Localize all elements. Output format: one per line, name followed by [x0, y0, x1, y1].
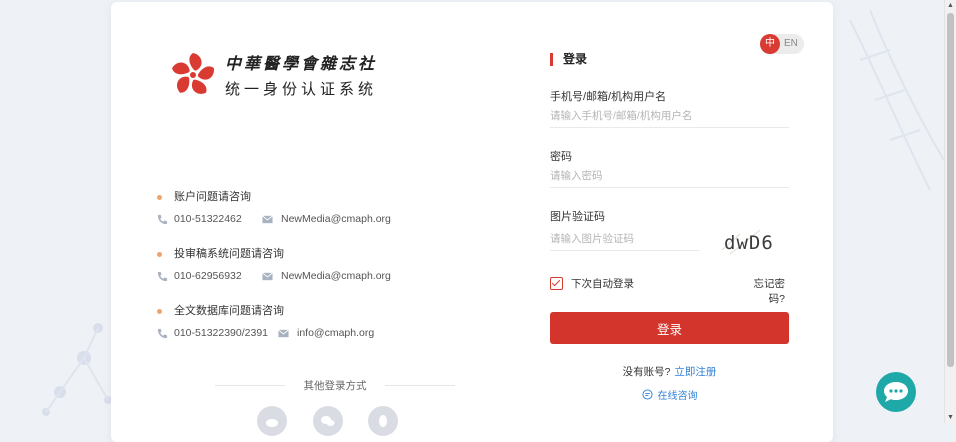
flower-logo-icon — [172, 52, 214, 94]
contact-group-account: 账户问题请咨询 010-51322462 NewMedia@cmaph.org — [157, 190, 417, 226]
phone-icon — [157, 214, 168, 224]
register-prompt: 没有账号? — [622, 366, 671, 378]
chat-icon — [884, 382, 908, 402]
phone-icon — [157, 328, 168, 338]
contact-title: 全文数据库问题请咨询 — [174, 305, 284, 317]
register-row: 没有账号? 立即注册 — [550, 364, 789, 379]
phone-icon — [157, 271, 168, 281]
login-card: 中華醫學會雜志社 统一身份认证系统 账户问题请咨询 010-51322462 N… — [111, 2, 833, 442]
page-scrollbar[interactable]: ▲ ▼ — [944, 0, 956, 423]
contact-phone: 010-51322462 — [174, 213, 242, 225]
contact-email[interactable]: NewMedia@cmaph.org — [281, 213, 391, 225]
language-toggle[interactable]: 中 EN — [760, 34, 804, 54]
contact-title: 账户问题请咨询 — [174, 191, 251, 203]
online-consult-label: 在线咨询 — [657, 391, 698, 402]
scroll-thumb[interactable] — [947, 13, 954, 367]
contact-phone: 010-62956932 — [174, 270, 242, 282]
mail-icon — [262, 271, 273, 280]
mail-icon — [278, 328, 289, 337]
contact-email[interactable]: info@cmaph.org — [297, 327, 374, 339]
remember-me[interactable]: 下次自动登录 — [550, 276, 634, 291]
username-input[interactable] — [550, 105, 789, 128]
captcha-image[interactable]: dwD6 — [720, 228, 790, 256]
logo-subtitle: 统一身份认证系统 — [225, 81, 378, 98]
contact-phone: 010-51322390/2391 — [174, 327, 269, 339]
qq-icon[interactable] — [368, 406, 398, 436]
captcha-text: dwD6 — [724, 232, 774, 254]
bullet-icon — [157, 252, 162, 257]
password-input[interactable] — [550, 165, 789, 188]
register-link[interactable]: 立即注册 — [674, 366, 716, 378]
contact-email[interactable]: NewMedia@cmaph.org — [281, 270, 391, 282]
mail-icon — [262, 214, 273, 223]
contact-group-submission: 投审稿系统问题请咨询 010-62956932 NewMedia@cmaph.o… — [157, 247, 417, 283]
forgot-password-link[interactable]: 忘记密码? — [740, 276, 786, 306]
lang-english[interactable]: EN — [784, 34, 798, 54]
weibo-icon[interactable] — [257, 406, 287, 436]
captcha-input[interactable] — [550, 228, 700, 251]
contact-title: 投审稿系统问题请咨询 — [174, 248, 284, 260]
username-label: 手机号/邮箱/机构用户名 — [550, 91, 667, 103]
scroll-down-arrow-icon[interactable]: ▼ — [945, 412, 956, 423]
bullet-icon — [157, 195, 162, 200]
chat-bubble-icon — [641, 389, 653, 400]
logo-title: 中華醫學會雜志社 — [225, 54, 378, 73]
wechat-icon[interactable] — [313, 406, 343, 436]
bullet-icon — [157, 309, 162, 314]
login-title: 登录 — [550, 53, 587, 66]
chat-fab-button[interactable] — [876, 372, 916, 412]
lang-chinese[interactable]: 中 — [760, 34, 780, 54]
remember-label: 下次自动登录 — [571, 278, 634, 290]
captcha-label: 图片验证码 — [550, 211, 605, 223]
brand-logo: 中華醫學會雜志社 统一身份认证系统 — [169, 50, 377, 99]
scroll-up-arrow-icon[interactable]: ▲ — [945, 0, 956, 11]
login-button[interactable]: 登录 — [550, 312, 789, 344]
online-consult-link[interactable]: 在线咨询 — [550, 387, 789, 402]
remember-checkbox[interactable] — [550, 277, 563, 290]
contact-group-database: 全文数据库问题请咨询 010-51322390/2391 info@cmaph.… — [157, 304, 417, 340]
password-label: 密码 — [550, 151, 572, 163]
other-login-label: 其他登录方式 — [215, 378, 455, 392]
